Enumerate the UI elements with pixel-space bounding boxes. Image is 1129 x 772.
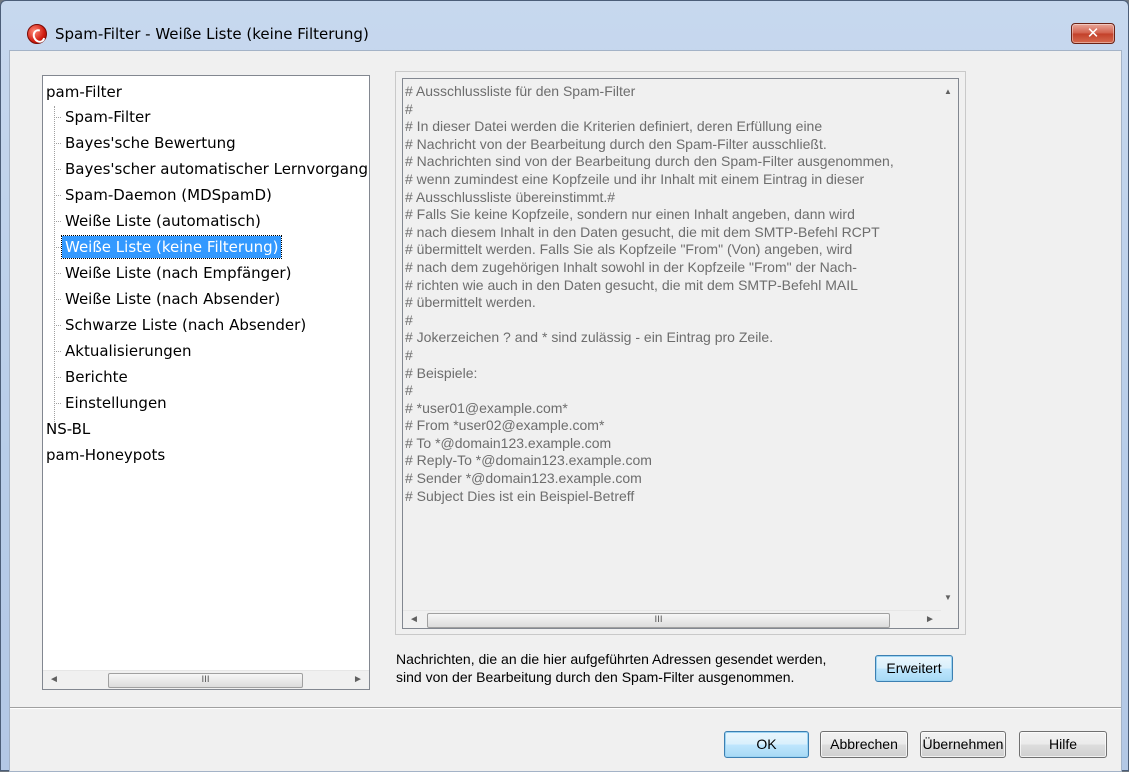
tree-item-blacklist-sender[interactable]: Schwarze Liste (nach Absender) — [62, 314, 309, 336]
scroll-left-icon[interactable]: ◄ — [45, 671, 63, 689]
navigation-tree[interactable]: pam-Filter Spam-Filter Bayes'sche Bewert… — [42, 75, 370, 690]
tree-item-label: pam-Honeypots — [46, 446, 166, 464]
tree-item-label: Spam-Filter — [65, 108, 151, 126]
scroll-right-icon[interactable]: ► — [921, 611, 939, 628]
tree-item-label: pam-Filter — [46, 83, 122, 101]
info-line-2: sind von der Bearbeitung durch den Spam-… — [396, 669, 795, 685]
info-description: Nachrichten, die an die hier aufgeführte… — [396, 650, 826, 686]
tree-item-spam-honeypots[interactable]: pam-Honeypots — [43, 444, 168, 466]
tree-connector — [54, 195, 61, 196]
tree-item-whitelist-auto[interactable]: Weiße Liste (automatisch) — [62, 210, 264, 232]
tree-item-label: NS-BL — [46, 420, 91, 438]
tree-connector — [54, 247, 61, 248]
tree-item-label: Schwarze Liste (nach Absender) — [65, 316, 307, 334]
window-title: Spam-Filter - Weiße Liste (keine Filteru… — [55, 25, 369, 43]
editor-frame: # Ausschlussliste für den Spam-Filter # … — [395, 71, 966, 635]
tree-connector — [54, 377, 61, 378]
exclusion-list-textarea[interactable]: # Ausschlussliste für den Spam-Filter # … — [402, 78, 959, 629]
advanced-button[interactable]: Erweitert — [875, 655, 953, 682]
tree-connector — [54, 325, 61, 326]
tree-connector — [54, 299, 61, 300]
editor-horizontal-scrollbar[interactable]: ◄ III ► — [403, 610, 941, 628]
exclusion-list-text[interactable]: # Ausschlussliste für den Spam-Filter # … — [405, 83, 935, 505]
tree-item-bayes-bewertung[interactable]: Bayes'sche Bewertung — [62, 132, 239, 154]
tree-item-dns-bl[interactable]: NS-BL — [43, 418, 93, 440]
tree-item-label: Einstellungen — [65, 394, 167, 412]
tree-connector — [54, 143, 61, 144]
close-button[interactable]: ✕ — [1071, 23, 1115, 44]
tree-item-updates[interactable]: Aktualisierungen — [62, 340, 195, 362]
tree-item-spam-daemon[interactable]: Spam-Daemon (MDSpamD) — [62, 184, 275, 206]
tree-item-settings[interactable]: Einstellungen — [62, 392, 170, 414]
tree-item-spam-filter-root[interactable]: pam-Filter — [43, 81, 125, 103]
tree-item-label: Spam-Daemon (MDSpamD) — [65, 186, 272, 204]
tree-item-label: Aktualisierungen — [65, 342, 192, 360]
tree-connector — [54, 117, 61, 118]
tree-connector — [54, 106, 55, 422]
tree-connector — [54, 273, 61, 274]
tree-item-bayes-lernvorgang[interactable]: Bayes'scher automatischer Lernvorgang — [62, 158, 369, 180]
cancel-button[interactable]: Abbrechen — [820, 731, 908, 758]
tree-item-label: Weiße Liste (keine Filterung) — [65, 238, 279, 256]
dialog-client-area: pam-Filter Spam-Filter Bayes'sche Bewert… — [9, 50, 1122, 772]
tree-connector — [54, 403, 61, 404]
tree-item-whitelist-sender[interactable]: Weiße Liste (nach Absender) — [62, 288, 283, 310]
tree-item-label: Berichte — [65, 368, 128, 386]
footer-separator — [10, 707, 1121, 709]
help-button[interactable]: Hilfe — [1019, 731, 1107, 758]
scroll-up-icon[interactable]: ▲ — [939, 83, 957, 101]
tree-connector — [54, 221, 61, 222]
tree-item-label: Weiße Liste (nach Absender) — [65, 290, 281, 308]
info-line-1: Nachrichten, die an die hier aufgeführte… — [396, 651, 827, 667]
scroll-right-icon[interactable]: ► — [349, 671, 367, 689]
tree-item-label: Bayes'scher automatischer Lernvorgang — [65, 160, 369, 178]
scrollbar-thumb[interactable]: III — [427, 613, 890, 628]
apply-button[interactable]: Übernehmen — [920, 731, 1006, 758]
ok-button[interactable]: OK — [724, 731, 809, 758]
scroll-down-icon[interactable]: ▼ — [939, 589, 957, 607]
close-icon: ✕ — [1086, 24, 1100, 42]
tree-item-whitelist-no-filter[interactable]: Weiße Liste (keine Filterung) — [60, 235, 283, 259]
editor-vertical-scrollbar[interactable]: ▲ ▼ — [939, 79, 958, 611]
tree-item-whitelist-recipient[interactable]: Weiße Liste (nach Empfänger) — [62, 262, 294, 284]
scroll-left-icon[interactable]: ◄ — [405, 611, 423, 628]
tree-connector — [54, 351, 61, 352]
tree-item-label: Weiße Liste (automatisch) — [65, 212, 261, 230]
title-bar[interactable]: Spam-Filter - Weiße Liste (keine Filteru… — [1, 1, 1128, 49]
tree-item-reports[interactable]: Berichte — [62, 366, 131, 388]
tree-item-spam-filter[interactable]: Spam-Filter — [62, 106, 153, 128]
dialog-window: Spam-Filter - Weiße Liste (keine Filteru… — [0, 0, 1129, 772]
tree-connector — [54, 169, 61, 170]
tree-item-label: Weiße Liste (nach Empfänger) — [65, 264, 292, 282]
scrollbar-thumb[interactable]: III — [108, 673, 303, 688]
tree-horizontal-scrollbar[interactable]: ◄ III ► — [43, 670, 369, 689]
app-icon — [27, 24, 47, 44]
tree-item-label: Bayes'sche Bewertung — [65, 134, 236, 152]
